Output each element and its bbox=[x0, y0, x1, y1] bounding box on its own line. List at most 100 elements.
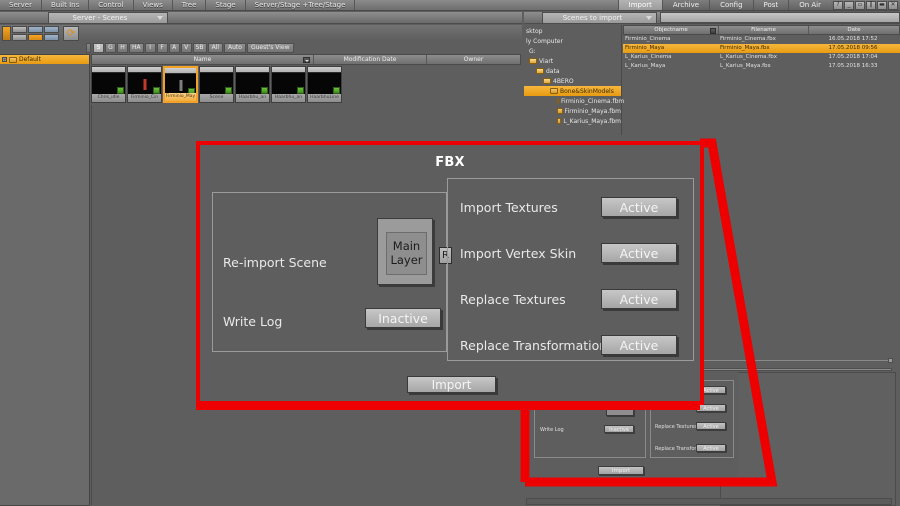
scene-thumbnail[interactable]: Haarbhu_an bbox=[271, 66, 306, 103]
scene-thumbnail[interactable]: Scene bbox=[199, 66, 234, 103]
filter-a[interactable]: A bbox=[168, 43, 180, 53]
chevron-down-icon[interactable] bbox=[646, 16, 652, 20]
tab-post[interactable]: Post bbox=[752, 0, 789, 10]
folder-icon bbox=[557, 118, 562, 124]
add-icon[interactable] bbox=[12, 25, 27, 33]
filter-i[interactable]: I bbox=[144, 43, 156, 53]
column-header-filename[interactable]: Filename bbox=[719, 26, 809, 34]
tree-item-firminio-cinema-fbm[interactable]: Firminio_Cinema.fbm bbox=[524, 96, 624, 106]
tree-item-default[interactable]: + Default bbox=[0, 55, 89, 64]
tree-item-viart[interactable]: Viart bbox=[524, 56, 621, 66]
table-row-selected[interactable]: Firminio_Maya Firminio_Maya.fbx 17.05.20… bbox=[623, 44, 900, 53]
folder-group bbox=[28, 25, 43, 41]
tab-config[interactable]: Config bbox=[709, 0, 753, 10]
window-controls: ? _ ▫ ‖ ▬ ✕ bbox=[831, 0, 900, 10]
reimport-scene-layer-dropdown[interactable]: Main Layer bbox=[377, 218, 433, 285]
fbx-small-import-button[interactable]: Import bbox=[598, 466, 644, 475]
filter-g[interactable]: G bbox=[105, 43, 116, 53]
tree-item-label: data bbox=[546, 67, 560, 75]
pane-resize-handle[interactable] bbox=[888, 358, 893, 363]
table-row[interactable]: L_Karius_Cinema L_Karius_Cinema.fbx 17.0… bbox=[623, 53, 900, 62]
fbx-small-replace-textures-value[interactable]: Active bbox=[696, 422, 726, 430]
tree-item-firminio-maya-fbm[interactable]: Firminio_Maya.fbm bbox=[524, 106, 621, 116]
table-row[interactable]: Firminio_Cinema Firminio_Cinema.fbx 16.0… bbox=[623, 35, 900, 44]
column-header-owner[interactable]: Owner bbox=[427, 55, 520, 64]
expand-icon[interactable]: + bbox=[2, 57, 7, 62]
sort-descending-icon[interactable] bbox=[710, 27, 716, 34]
scene-thumbnail[interactable]: Chris_idle bbox=[91, 66, 126, 103]
column-header-name[interactable]: Name bbox=[92, 55, 314, 64]
scene-thumbnail[interactable]: Firminio_Cin bbox=[127, 66, 162, 103]
column-header-date[interactable]: Date bbox=[809, 26, 899, 34]
server-scenes-tab[interactable]: Server - Scenes bbox=[48, 12, 168, 23]
scene-thumbnail-selected[interactable]: Firminio_May bbox=[163, 66, 198, 103]
scene-thumbnail[interactable]: HaarbhuLine bbox=[307, 66, 342, 103]
fbx-import-button[interactable]: Import bbox=[407, 376, 496, 393]
tree-item-drive-g[interactable]: G: bbox=[524, 46, 621, 56]
tree-item-4bero[interactable]: 4BERO bbox=[524, 76, 621, 86]
scenes-to-import-tab[interactable]: Scenes to import bbox=[542, 12, 657, 23]
column-header-objectname[interactable]: Objectname bbox=[624, 26, 719, 34]
replace-textures-toggle[interactable]: Active bbox=[601, 289, 677, 309]
cell-filename: L_Karius_Cinema.fbx bbox=[720, 54, 777, 60]
fbx-small-write-log-value[interactable]: Inactive bbox=[604, 425, 634, 433]
list-detail-icon[interactable] bbox=[44, 33, 59, 41]
scene-type-icon bbox=[297, 87, 304, 94]
filter-strip-grip[interactable] bbox=[86, 43, 91, 53]
help-icon[interactable]: ? bbox=[833, 0, 843, 10]
filter-f[interactable]: F bbox=[156, 43, 168, 53]
filter-h[interactable]: H bbox=[117, 43, 128, 53]
tree-item-l-karius-maya-fbm[interactable]: L_Karius_Maya.fbm bbox=[524, 116, 621, 126]
column-header-objectname-label: Objectname bbox=[654, 27, 688, 33]
replace-transformation-toggle[interactable]: Active bbox=[601, 335, 677, 355]
filter-all[interactable]: All bbox=[207, 43, 224, 53]
sort-descending-icon[interactable] bbox=[303, 57, 310, 63]
menu-item-stage[interactable]: Stage bbox=[206, 0, 246, 10]
filter-s[interactable]: S bbox=[93, 43, 104, 53]
split-icon[interactable]: ‖ bbox=[866, 0, 876, 10]
folder-up-icon[interactable] bbox=[28, 33, 43, 41]
import-path-field[interactable] bbox=[660, 12, 900, 23]
minimize-icon[interactable]: _ bbox=[844, 0, 854, 10]
menu-item-control[interactable]: Control bbox=[89, 0, 134, 10]
column-header-modification-date[interactable]: Modification Date bbox=[314, 55, 427, 64]
menu-item-server[interactable]: Server bbox=[0, 0, 42, 10]
scene-thumbnail[interactable]: Haarbhu_an bbox=[235, 66, 270, 103]
write-log-label: Write Log bbox=[223, 314, 283, 329]
scenes-to-import-tab-label: Scenes to import bbox=[562, 14, 623, 22]
restore-icon[interactable]: ▫ bbox=[855, 0, 865, 10]
refresh-icon[interactable]: ⟳ bbox=[63, 25, 79, 41]
fbx-small-import-vertex-skin-value[interactable]: Active bbox=[696, 404, 726, 412]
menu-item-views[interactable]: Views bbox=[134, 0, 173, 10]
scene-filter-strip: S G H HA I F A V SB All Auto Guest's Vie… bbox=[93, 43, 513, 53]
tree-item-desktop[interactable]: sktop bbox=[524, 26, 621, 36]
import-textures-toggle[interactable]: Active bbox=[601, 197, 677, 217]
filter-auto[interactable]: Auto bbox=[224, 43, 246, 53]
lock-icon[interactable] bbox=[2, 25, 11, 41]
fbx-small-write-log-label: Write Log bbox=[540, 427, 564, 433]
list-icon[interactable] bbox=[44, 25, 59, 33]
server-scenes-tabstrip: Server - Scenes bbox=[0, 12, 522, 24]
tree-item-my-computer[interactable]: ly Computer bbox=[524, 36, 621, 46]
menu-item-server-stage-tree-stage[interactable]: Server/Stage +Tree/Stage bbox=[246, 0, 356, 10]
table-row[interactable]: L_Karius_Maya L_Karius_Maya.fbx 17.05.20… bbox=[623, 62, 900, 71]
tab-on-air[interactable]: On Air bbox=[788, 0, 831, 10]
filter-ha[interactable]: HA bbox=[129, 43, 144, 53]
remove-icon[interactable] bbox=[12, 33, 27, 41]
tab-archive[interactable]: Archive bbox=[661, 0, 710, 10]
filter-v[interactable]: V bbox=[180, 43, 192, 53]
filter-guests-view[interactable]: Guest's View bbox=[246, 43, 294, 53]
tree-item-data[interactable]: data bbox=[524, 66, 621, 76]
chevron-down-icon[interactable] bbox=[157, 16, 163, 20]
fbx-small-replace-transformation-value[interactable]: Active bbox=[696, 444, 726, 452]
close-icon[interactable]: ✕ bbox=[888, 0, 898, 10]
folder-new-icon[interactable] bbox=[28, 25, 43, 33]
menu-item-tree[interactable]: Tree bbox=[173, 0, 207, 10]
import-vertex-skin-toggle[interactable]: Active bbox=[601, 243, 677, 263]
menu-item-builtins[interactable]: Built Ins bbox=[42, 0, 90, 10]
tree-item-bone-skin-models[interactable]: Bone&SkinModels bbox=[524, 86, 621, 96]
filter-sb[interactable]: SB bbox=[192, 43, 207, 53]
write-log-toggle[interactable]: Inactive bbox=[365, 308, 441, 328]
tab-import[interactable]: Import bbox=[617, 0, 662, 10]
collapse-icon[interactable]: ▬ bbox=[877, 0, 887, 10]
